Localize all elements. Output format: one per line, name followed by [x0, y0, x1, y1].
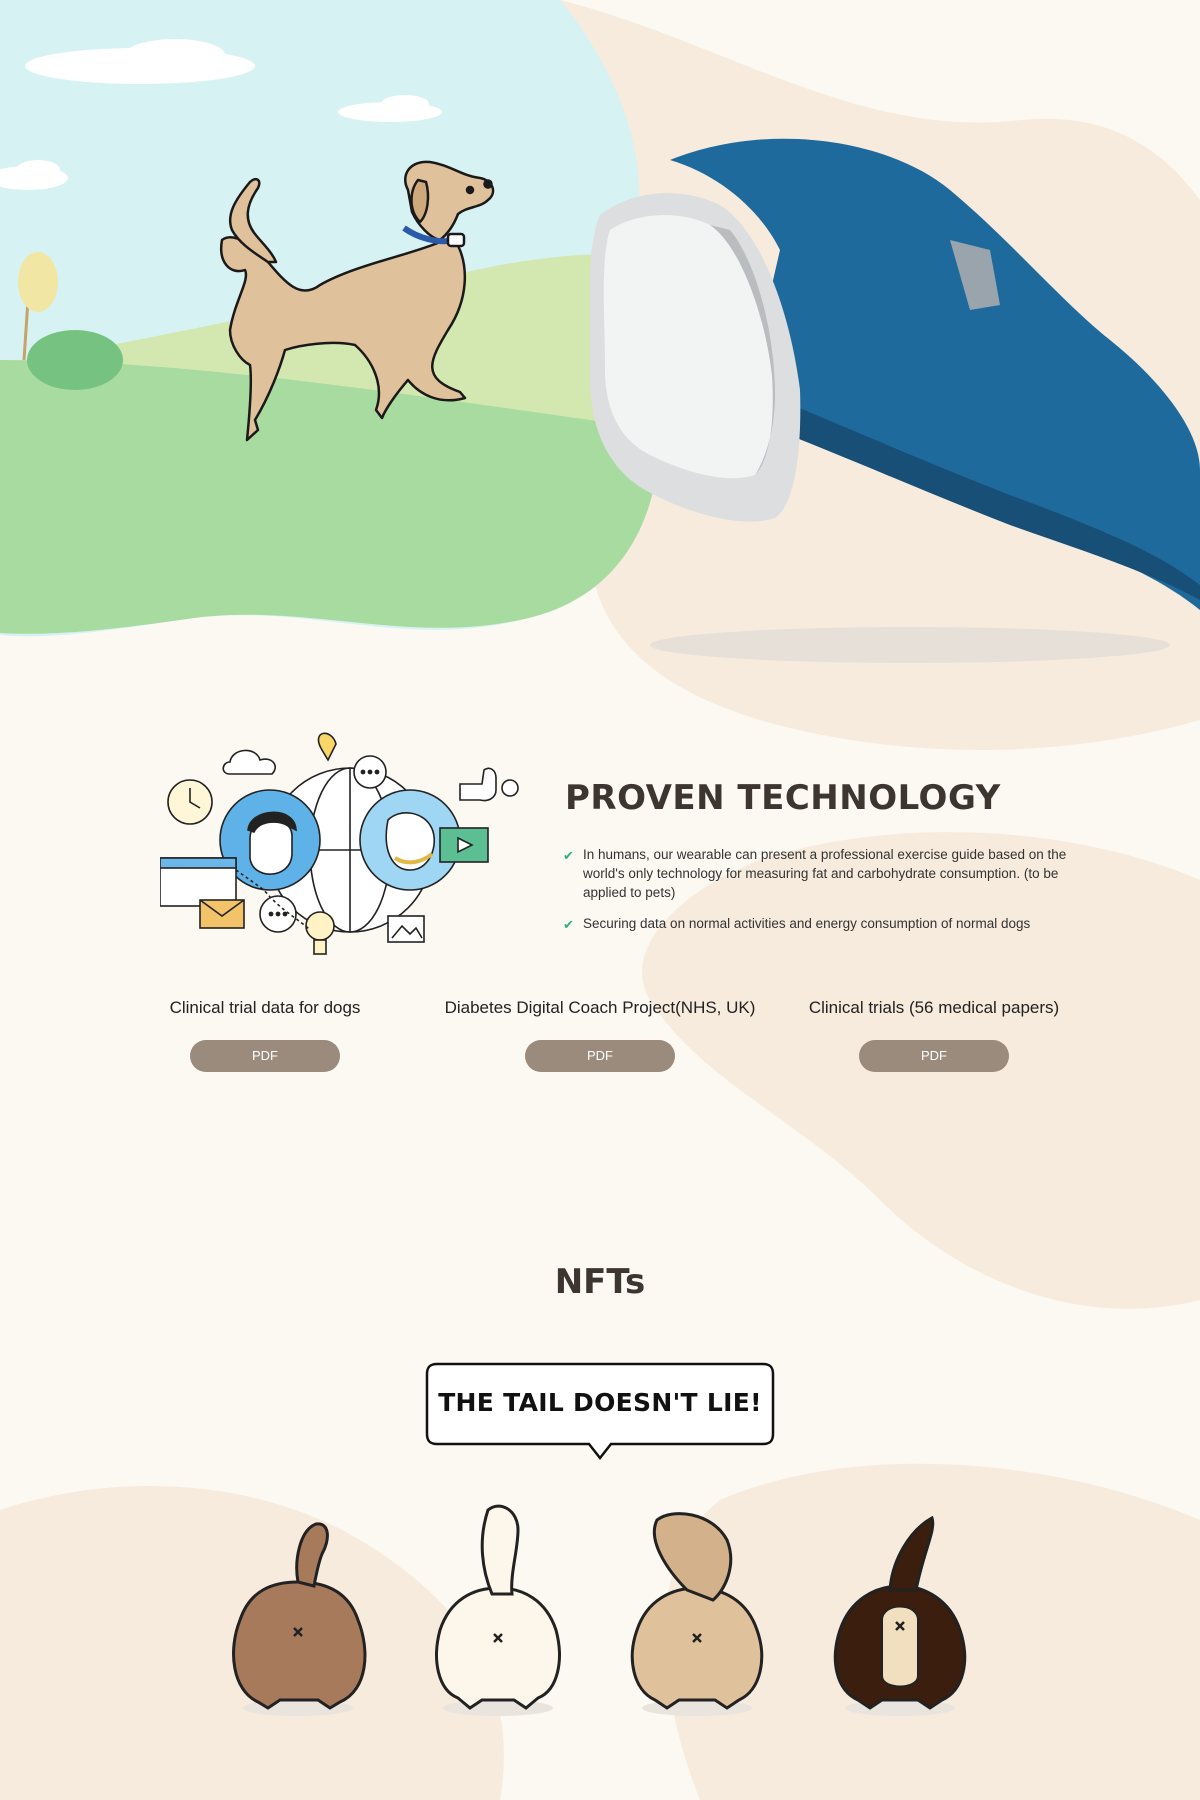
bush	[27, 330, 123, 390]
technology-points-list: ✔ In humans, our wearable can present a …	[563, 845, 1083, 945]
document-title: Clinical trials (56 medical papers)	[808, 998, 1060, 1017]
document-item-dog-trial: Clinical trial data for dogs PDF	[95, 998, 435, 1072]
proven-technology-section: PROVEN TECHNOLOGY ✔ In humans, our weara…	[0, 720, 1200, 1140]
pdf-download-button[interactable]: PDF	[190, 1040, 340, 1072]
clinical-documents: Clinical trial data for dogs PDF Diabete…	[0, 998, 1200, 1108]
check-icon: ✔	[563, 848, 574, 863]
technology-point: ✔ Securing data on normal activities and…	[563, 914, 1083, 933]
connected-technology-illustration	[160, 732, 519, 955]
blue-leather-wristband	[590, 138, 1200, 663]
dark-brown-dog	[833, 1515, 967, 1716]
fluffy-tan-dog	[630, 1512, 764, 1716]
document-item-clinical-trials: Clinical trials (56 medical papers) PDF	[764, 998, 1104, 1072]
technology-point: ✔ In humans, our wearable can present a …	[563, 845, 1083, 902]
pdf-download-button[interactable]: PDF	[525, 1040, 675, 1072]
brown-curly-dog	[232, 1522, 367, 1716]
technology-point-text: Securing data on normal activities and e…	[583, 916, 1031, 931]
document-item-diabetes-project: Diabetes Digital Coach Project(NHS, UK) …	[430, 998, 770, 1072]
document-title: Clinical trial data for dogs	[169, 998, 361, 1017]
speech-bubble-text: THE TAIL DOESN'T LIE!	[438, 1388, 762, 1417]
document-title: Diabetes Digital Coach Project(NHS, UK)	[444, 998, 756, 1017]
nft-dog-tails	[0, 1490, 1200, 1730]
check-icon: ✔	[563, 917, 574, 932]
white-dog	[435, 1504, 561, 1716]
nfts-title: NFTs	[554, 1262, 646, 1302]
pdf-download-button[interactable]: PDF	[859, 1040, 1009, 1072]
technology-point-text: In humans, our wearable can present a pr…	[583, 847, 1067, 900]
proven-technology-title: PROVEN TECHNOLOGY	[565, 778, 1001, 818]
